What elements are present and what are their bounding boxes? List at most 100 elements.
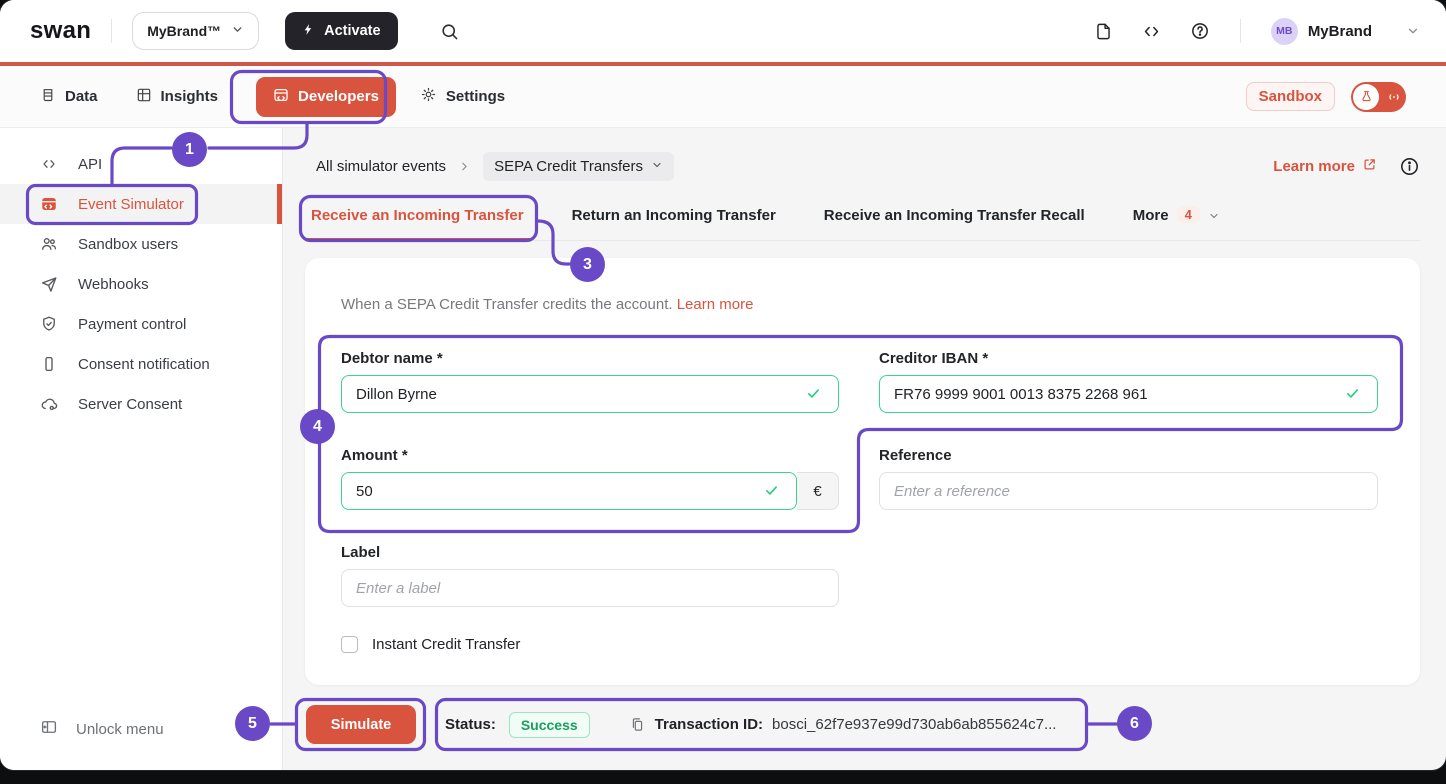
nav-item-settings[interactable]: Settings (420, 86, 505, 107)
sidebar-item-api[interactable]: API (0, 144, 282, 184)
checkbox-label: Instant Credit Transfer (372, 636, 520, 653)
code-icon (40, 156, 58, 172)
document-icon[interactable] (1094, 22, 1113, 41)
breadcrumb-root[interactable]: All simulator events (316, 158, 446, 175)
copy-icon[interactable] (630, 716, 645, 733)
help-icon[interactable] (1190, 21, 1210, 41)
content-area: API Event Simulator Sandbox users Webhoo… (0, 128, 1446, 770)
valid-check-icon (1344, 386, 1361, 401)
sidebar-item-payment-control[interactable]: Payment control (0, 304, 282, 344)
info-icon[interactable] (1399, 156, 1420, 177)
chevron-down-icon (231, 23, 244, 39)
reference-label: Reference (879, 447, 952, 464)
debtor-name-input[interactable] (341, 375, 839, 413)
tab-label: Receive an Incoming Transfer Recall (824, 207, 1085, 224)
form-description: When a SEPA Credit Transfer credits the … (341, 296, 753, 313)
dev-window-icon (273, 87, 289, 107)
amount-label: Amount * (341, 447, 408, 464)
flask-icon (1353, 84, 1379, 110)
sidebar-label: Server Consent (78, 396, 182, 413)
valid-check-icon (763, 483, 780, 498)
nav-item-insights[interactable]: Insights (136, 87, 219, 107)
brand-selector-button[interactable]: MyBrand™ (132, 12, 259, 50)
database-icon (40, 86, 56, 107)
tab-label: Return an Incoming Transfer (572, 207, 776, 224)
sidebar-item-server-consent[interactable]: Server Consent (0, 384, 282, 424)
gear-icon (420, 86, 437, 107)
sidebar-label: Consent notification (78, 356, 210, 373)
currency-suffix: € (797, 472, 839, 510)
simulator-form-card: When a SEPA Credit Transfer credits the … (305, 258, 1420, 685)
section-nav: Data Insights Developers Settings Sandbo… (0, 66, 1446, 128)
debtor-name-label: Debtor name * (341, 350, 443, 367)
chevron-down-icon (1208, 209, 1220, 226)
sidebar-item-event-simulator[interactable]: Event Simulator (0, 184, 282, 224)
creditor-iban-label: Creditor IBAN * (879, 350, 988, 367)
amount-input[interactable] (341, 472, 797, 510)
learn-more-label: Learn more (1273, 158, 1355, 175)
sidebar-item-consent-notification[interactable]: Consent notification (0, 344, 282, 384)
panel-icon (40, 718, 58, 740)
description-learn-more-link[interactable]: Learn more (677, 296, 754, 313)
nav-item-developers[interactable]: Developers (256, 77, 396, 117)
label-field-label: Label (341, 544, 380, 561)
tab-more[interactable]: More 4 (1127, 204, 1226, 241)
sidebar-label: Payment control (78, 316, 186, 333)
app-window: swan MyBrand™ Activate MB MyBrand Da (0, 0, 1446, 770)
sidebar: API Event Simulator Sandbox users Webhoo… (0, 128, 283, 770)
tab-label: Receive an Incoming Transfer (311, 207, 524, 224)
learn-more-link[interactable]: Learn more (1273, 157, 1377, 176)
brand-selector-label: MyBrand™ (147, 23, 221, 39)
cloud-gear-icon (40, 395, 58, 413)
divider (1240, 19, 1241, 43)
reference-input[interactable] (879, 472, 1378, 510)
main-panel: All simulator events SEPA Credit Transfe… (283, 128, 1446, 770)
label-input[interactable] (341, 569, 839, 607)
event-simulator-icon (40, 195, 58, 213)
activate-label: Activate (324, 23, 380, 39)
tab-return-incoming-transfer[interactable]: Return an Incoming Transfer (566, 204, 782, 241)
lightning-bolt-icon (302, 22, 315, 41)
activate-button[interactable]: Activate (285, 12, 397, 50)
external-link-icon (1362, 157, 1377, 176)
phone-icon (40, 355, 58, 373)
status-badge: Success (509, 712, 590, 738)
chevron-down-icon (1406, 24, 1420, 38)
swan-logo: swan (30, 17, 91, 45)
account-menu[interactable]: MB MyBrand (1271, 18, 1420, 45)
simulate-button[interactable]: Simulate (306, 705, 416, 744)
code-icon[interactable] (1141, 22, 1162, 41)
tab-label: More (1133, 207, 1169, 224)
nav-label: Data (65, 88, 98, 105)
simulation-result-row: Status: Success Transaction ID: bosci_62… (445, 705, 1056, 744)
sidebar-item-webhooks[interactable]: Webhooks (0, 264, 282, 304)
avatar: MB (1271, 18, 1298, 45)
topbar: swan MyBrand™ Activate MB MyBrand (0, 0, 1446, 62)
status-label: Status: (445, 716, 496, 733)
sidebar-label: Webhooks (78, 276, 149, 293)
users-icon (40, 235, 58, 253)
valid-check-icon (805, 386, 822, 401)
sidebar-item-sandbox-users[interactable]: Sandbox users (0, 224, 282, 264)
nav-label: Developers (298, 88, 379, 105)
transaction-id-value[interactable]: bosci_62f7e937e99d730ab6ab855624c7... (772, 716, 1056, 733)
breadcrumb-current-dropdown[interactable]: SEPA Credit Transfers (483, 152, 674, 181)
tab-receive-incoming-transfer-recall[interactable]: Receive an Incoming Transfer Recall (818, 204, 1091, 241)
event-tabs: Receive an Incoming Transfer Return an I… (305, 204, 1420, 241)
nav-item-data[interactable]: Data (40, 86, 98, 107)
grid-icon (136, 87, 152, 107)
unlock-menu-button[interactable]: Unlock menu (40, 718, 164, 740)
sidebar-label: Event Simulator (78, 196, 184, 213)
creditor-iban-input[interactable] (879, 375, 1378, 413)
tab-receive-incoming-transfer[interactable]: Receive an Incoming Transfer (305, 204, 530, 241)
shield-check-icon (40, 315, 58, 333)
search-icon[interactable] (440, 22, 459, 41)
instant-credit-transfer-checkbox[interactable] (341, 636, 358, 653)
environment-toggle[interactable] (1351, 82, 1406, 112)
chevron-down-icon (651, 158, 663, 175)
breadcrumb-current-label: SEPA Credit Transfers (494, 158, 643, 175)
description-text: When a SEPA Credit Transfer credits the … (341, 296, 673, 313)
chevron-right-icon (458, 160, 471, 173)
sidebar-label: API (78, 156, 102, 173)
send-icon (40, 275, 58, 293)
